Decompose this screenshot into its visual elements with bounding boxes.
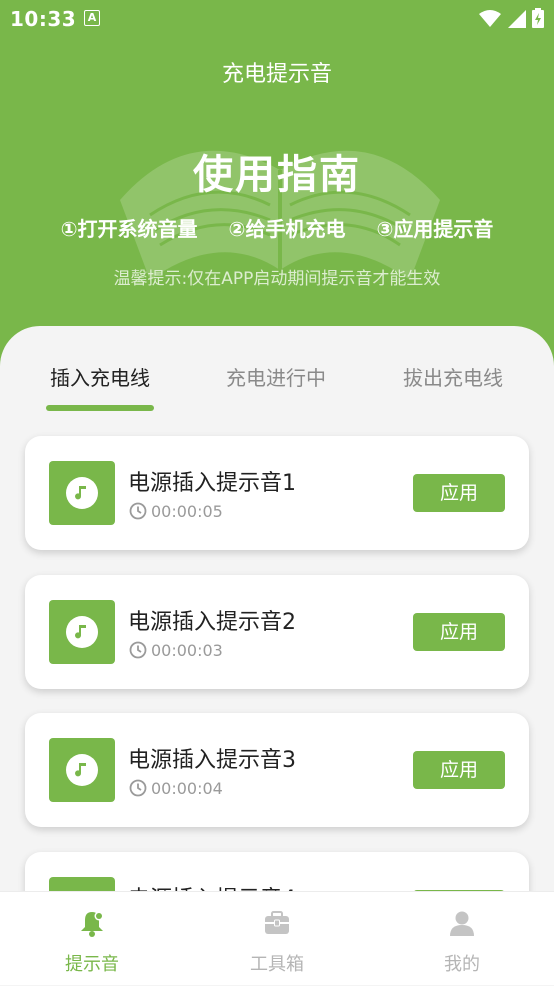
music-note-icon xyxy=(49,738,115,802)
status-bar: 10:33 A xyxy=(0,0,554,36)
clock-icon xyxy=(129,502,147,520)
guide-step: ①打开系统音量 xyxy=(60,217,198,241)
toolbox-icon xyxy=(265,911,289,934)
nav-label: 提示音 xyxy=(65,954,119,975)
tab-charging[interactable]: 充电进行中 xyxy=(201,362,351,391)
app-title: 充电提示音 xyxy=(221,62,332,87)
status-time: 10:33 xyxy=(10,7,77,31)
sound-duration: 00:00:03 xyxy=(129,641,223,660)
status-icons xyxy=(479,8,544,33)
notification-icon: A xyxy=(84,10,100,26)
sound-title: 电源插入提示音1 xyxy=(128,471,296,496)
nav-label: 我的 xyxy=(444,954,480,975)
clock-icon xyxy=(129,641,147,659)
sound-card[interactable]: 电源插入提示音1 00:00:05 应用 xyxy=(25,436,529,550)
signal-icon xyxy=(507,10,526,28)
apply-button[interactable]: 应用 xyxy=(413,751,505,789)
nav-label: 工具箱 xyxy=(250,954,304,975)
nav-item-toolbox[interactable]: 工具箱 xyxy=(217,892,337,985)
tab-indicator xyxy=(46,405,154,411)
wifi-icon xyxy=(479,10,502,27)
nav-item-sounds[interactable]: 提示音 xyxy=(32,892,152,985)
tip-text: 温馨提示:仅在APP启动期间提示音才能生效 xyxy=(113,269,441,289)
battery-charging-icon xyxy=(532,8,544,28)
clock-icon xyxy=(129,779,147,797)
sound-duration: 00:00:05 xyxy=(129,502,223,521)
tab-unplug[interactable]: 拔出充电线 xyxy=(378,362,528,391)
sound-title: 电源插入提示音2 xyxy=(128,610,296,635)
nav-item-profile[interactable]: 我的 xyxy=(402,892,522,985)
bottom-nav: 提示音 工具箱 我的 xyxy=(0,891,554,985)
sound-panel: 插入充电线 充电进行中 拔出充电线 电源插入提示音1 00:00:05 应用 电… xyxy=(0,326,554,986)
person-icon xyxy=(450,911,474,936)
music-note-icon xyxy=(49,600,115,664)
sound-card[interactable]: 电源插入提示音2 00:00:03 应用 xyxy=(25,575,529,689)
apply-button[interactable]: 应用 xyxy=(413,613,505,651)
sound-duration: 00:00:04 xyxy=(129,779,223,798)
header-banner: 10:33 A 充电提示音 使用指南 ①打开系统音量 ②给手机充电 ③应用提示音… xyxy=(0,0,554,380)
apply-button[interactable]: 应用 xyxy=(413,474,505,512)
bell-icon xyxy=(81,911,104,937)
sound-card[interactable]: 电源插入提示音3 00:00:04 应用 xyxy=(25,713,529,827)
guide-step: ②给手机充电 xyxy=(228,217,346,241)
guide-title: 使用指南 xyxy=(193,152,361,198)
sound-title: 电源插入提示音3 xyxy=(128,748,296,773)
music-note-icon xyxy=(49,461,115,525)
guide-step: ③应用提示音 xyxy=(376,217,494,241)
tab-plug-in[interactable]: 插入充电线 xyxy=(25,362,175,391)
guide-steps: ①打开系统音量 ②给手机充电 ③应用提示音 xyxy=(0,213,554,242)
tab-bar: 插入充电线 充电进行中 拔出充电线 xyxy=(0,326,554,416)
